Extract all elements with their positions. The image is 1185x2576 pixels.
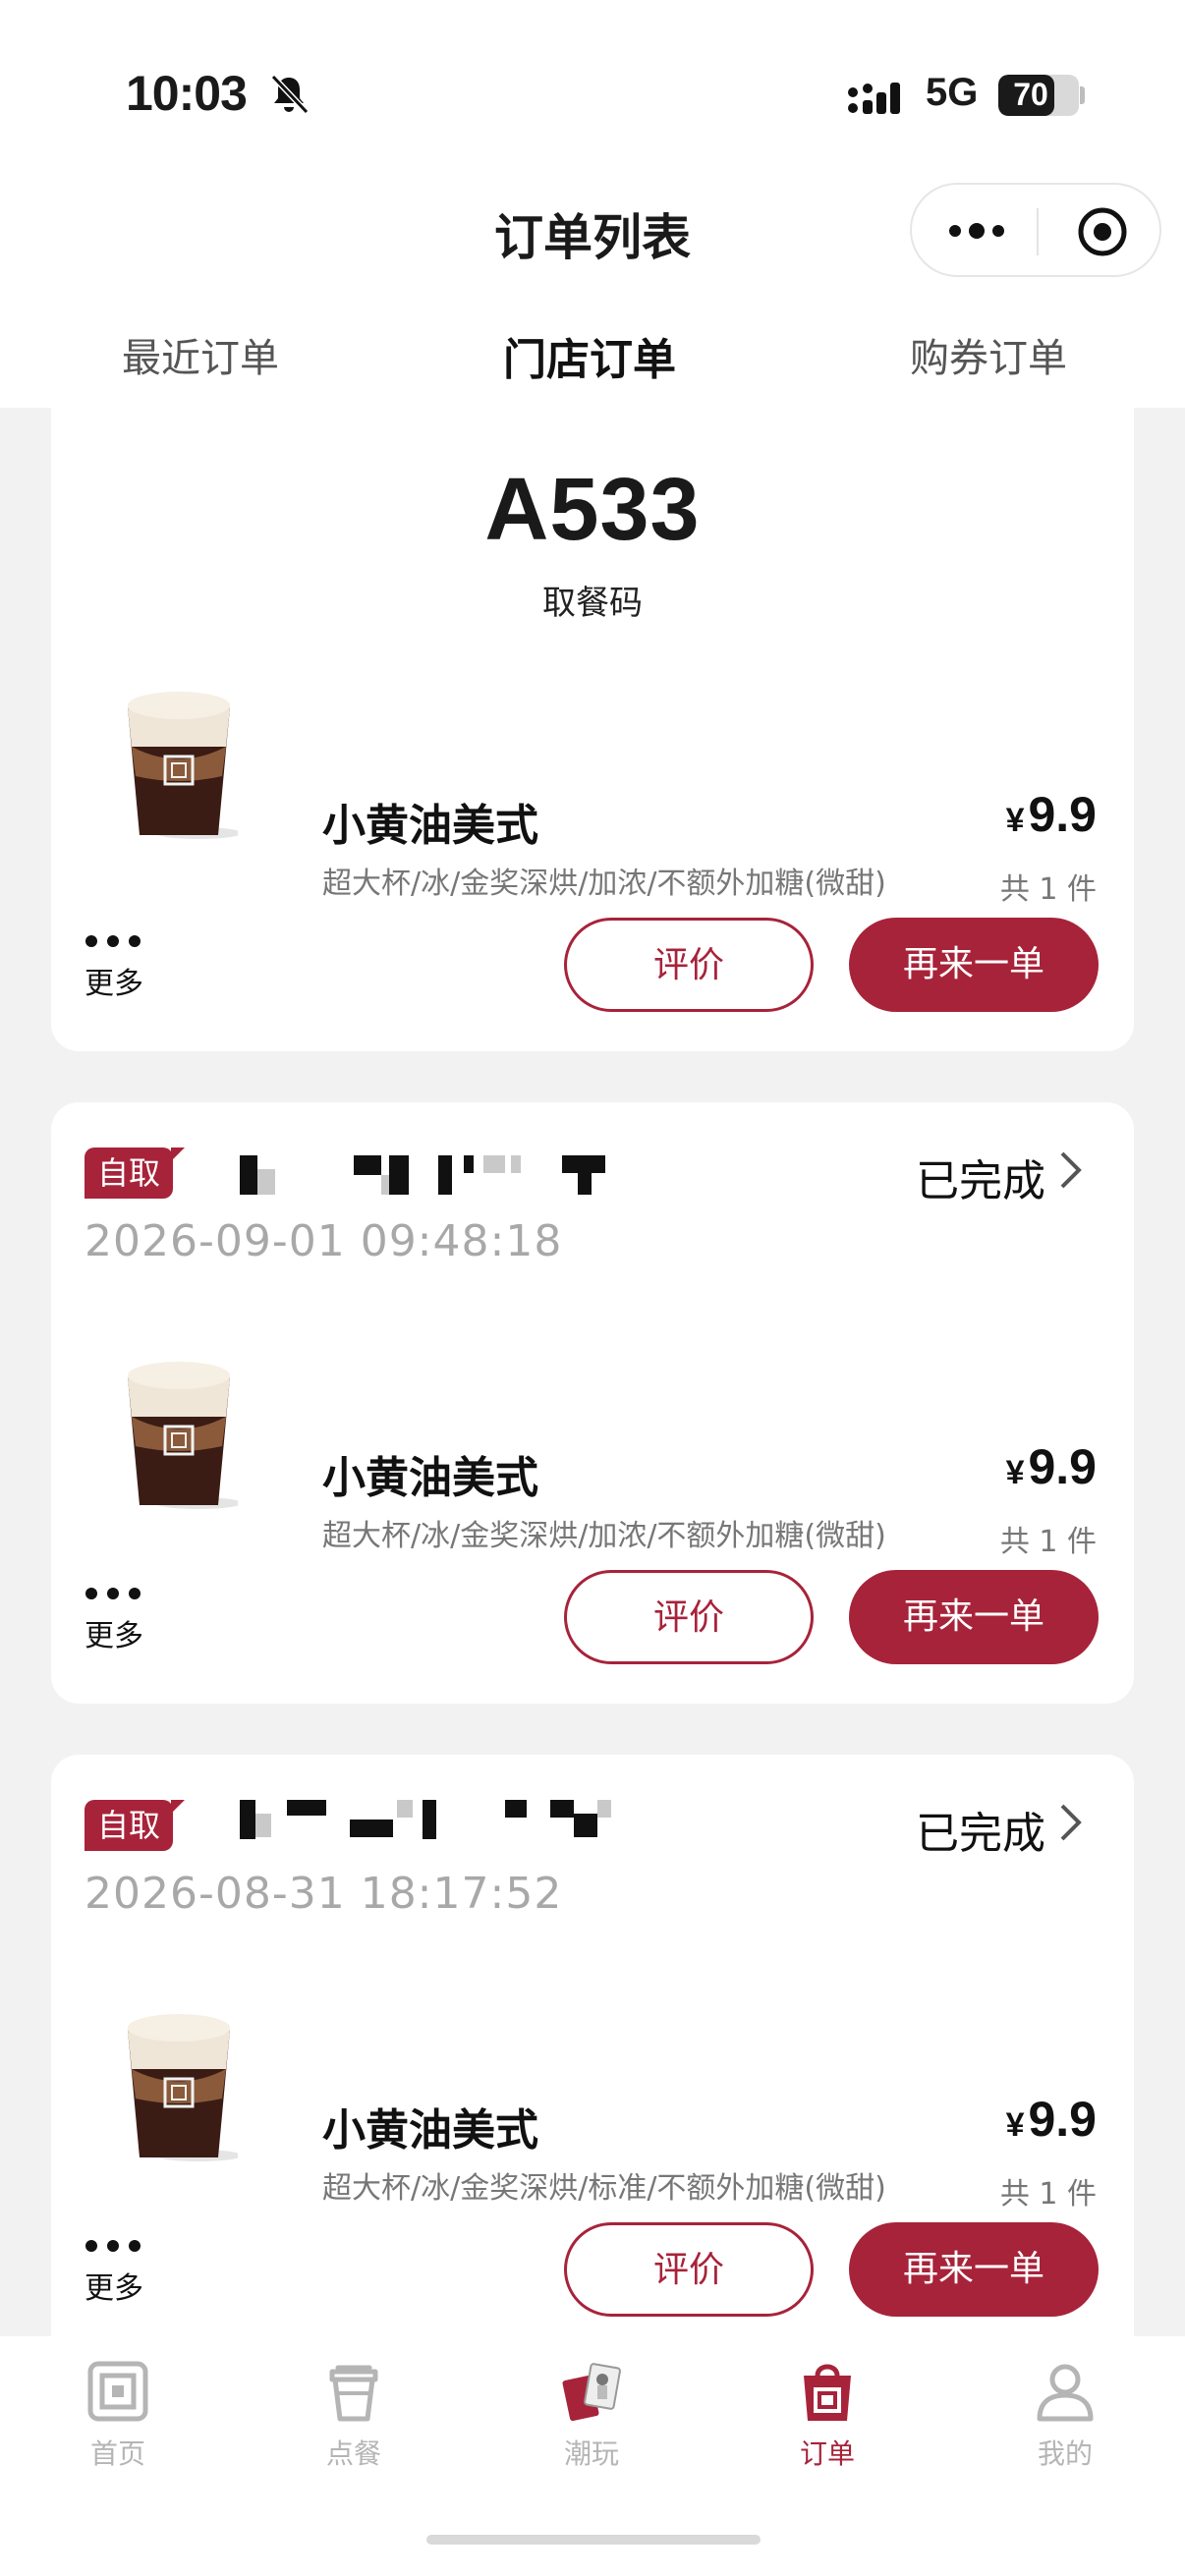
profile-icon bbox=[1037, 2364, 1094, 2422]
product-name: 小黄油美式 bbox=[322, 1453, 538, 1503]
more-menu[interactable]: 更多 bbox=[85, 933, 163, 1002]
status-time: 10:03 bbox=[126, 66, 248, 121]
coffee-cup-image bbox=[128, 692, 238, 839]
tabbar-item-orders[interactable]: 订单 bbox=[759, 2358, 896, 2472]
tabbar-label: 点餐 bbox=[325, 2437, 381, 2470]
more-label: 更多 bbox=[85, 1619, 143, 1653]
more-icon[interactable] bbox=[947, 216, 1006, 246]
currency-symbol: ¥ bbox=[1005, 1454, 1025, 1491]
capsule-divider bbox=[1037, 208, 1039, 255]
cellular-signal-icon bbox=[848, 83, 900, 114]
order-card[interactable]: 自取 已完成 2026-09-01 09:48:18 小黄油美式 超大杯/冰/金… bbox=[51, 1102, 1134, 1704]
close-miniprogram-icon[interactable] bbox=[1077, 206, 1128, 257]
review-button[interactable]: 评价 bbox=[564, 1570, 814, 1664]
product-quantity: 共 1 件 bbox=[999, 872, 1097, 907]
nav-bar: 订单列表 bbox=[0, 177, 1185, 295]
pickup-badge: 自取 bbox=[85, 1800, 185, 1851]
more-menu[interactable]: 更多 bbox=[85, 1586, 163, 1654]
home-icon bbox=[87, 2361, 148, 2422]
home-indicator bbox=[426, 2535, 761, 2545]
product-price: ¥9.9 bbox=[1006, 786, 1097, 843]
order-status: 已完成 bbox=[916, 1809, 1045, 1859]
pickup-badge: 自取 bbox=[85, 1148, 185, 1199]
toys-icon bbox=[562, 2363, 621, 2422]
review-button[interactable]: 评价 bbox=[564, 918, 814, 1012]
network-type: 5G bbox=[926, 71, 979, 114]
price-value: 9.9 bbox=[1028, 787, 1097, 842]
tabbar-item-toys[interactable]: 潮玩 bbox=[523, 2358, 660, 2472]
battery-cap bbox=[1080, 86, 1085, 104]
order-time: 2026-09-01 09:48:18 bbox=[85, 1216, 563, 1266]
bell-muted-icon bbox=[270, 74, 310, 115]
order-status: 已完成 bbox=[916, 1156, 1045, 1206]
cup-icon bbox=[329, 2365, 378, 2422]
more-label: 更多 bbox=[85, 2271, 143, 2306]
product-price: ¥9.9 bbox=[1006, 1438, 1097, 1495]
tabbar-label: 订单 bbox=[799, 2437, 855, 2470]
reorder-button[interactable]: 再来一单 bbox=[849, 1570, 1099, 1664]
order-bag-icon bbox=[804, 2364, 851, 2421]
product-quantity: 共 1 件 bbox=[999, 2177, 1097, 2212]
product-spec: 超大杯/冰/金奖深烘/加浓/不额外加糖(微甜) bbox=[322, 1519, 886, 1553]
more-dots-icon bbox=[85, 1588, 141, 1599]
currency-symbol: ¥ bbox=[1005, 802, 1025, 839]
tab-recent-orders[interactable]: 最近订单 bbox=[122, 326, 279, 383]
tabbar-label: 首页 bbox=[89, 2437, 145, 2470]
product-spec: 超大杯/冰/金奖深烘/标准/不额外加糖(微甜) bbox=[322, 2171, 886, 2206]
reorder-button[interactable]: 再来一单 bbox=[849, 918, 1099, 1012]
pickup-code: A533 bbox=[484, 461, 701, 559]
pickup-code-label: 取餐码 bbox=[542, 584, 643, 623]
tabbar-label: 我的 bbox=[1037, 2437, 1093, 2470]
more-dots-icon bbox=[85, 935, 141, 947]
store-name-redacted bbox=[189, 1800, 680, 1843]
order-time: 2026-08-31 18:17:52 bbox=[85, 1869, 563, 1919]
more-dots-icon bbox=[85, 2240, 141, 2252]
price-value: 9.9 bbox=[1028, 2092, 1097, 2147]
product-spec: 超大杯/冰/金奖深烘/加浓/不额外加糖(微甜) bbox=[322, 867, 886, 901]
product-quantity: 共 1 件 bbox=[999, 1525, 1097, 1559]
status-bar: 10:03 5G 70 bbox=[0, 0, 1185, 187]
chevron-right-icon[interactable] bbox=[1057, 1149, 1085, 1191]
tab-store-orders[interactable]: 门店订单 bbox=[503, 324, 676, 387]
product-name: 小黄油美式 bbox=[322, 2105, 538, 2156]
store-name-redacted bbox=[189, 1155, 680, 1199]
more-menu[interactable]: 更多 bbox=[85, 2238, 163, 2307]
more-label: 更多 bbox=[85, 967, 143, 1001]
tabbar-label: 潮玩 bbox=[563, 2437, 619, 2470]
order-tabs: 最近订单 门店订单 购券订单 bbox=[0, 295, 1185, 408]
product-price: ¥9.9 bbox=[1006, 2091, 1097, 2148]
chevron-right-icon[interactable] bbox=[1057, 1802, 1085, 1843]
price-value: 9.9 bbox=[1028, 1439, 1097, 1494]
currency-symbol: ¥ bbox=[1005, 2106, 1025, 2144]
battery-icon: 70 bbox=[998, 75, 1079, 116]
miniprogram-capsule bbox=[910, 183, 1161, 277]
tabbar-item-order-food[interactable]: 点餐 bbox=[285, 2358, 423, 2472]
order-card[interactable]: 自取 已完成 2026-08-31 18:17:52 小黄油美式 超大杯/冰/金… bbox=[51, 1755, 1134, 2393]
reorder-button[interactable]: 再来一单 bbox=[849, 2222, 1099, 2317]
tabbar-item-profile[interactable]: 我的 bbox=[996, 2358, 1134, 2472]
tab-voucher-orders[interactable]: 购券订单 bbox=[910, 326, 1067, 383]
coffee-cup-image bbox=[128, 2014, 238, 2161]
review-button[interactable]: 评价 bbox=[564, 2222, 814, 2317]
product-name: 小黄油美式 bbox=[322, 801, 538, 851]
battery-percent: 70 bbox=[1013, 77, 1048, 112]
order-card[interactable]: A533 取餐码 小黄油美式 超大杯/冰/金奖深烘/加浓/不额外加糖(微甜) ¥… bbox=[51, 393, 1134, 1051]
tabbar-item-home[interactable]: 首页 bbox=[49, 2358, 187, 2472]
coffee-cup-image bbox=[128, 1362, 238, 1509]
